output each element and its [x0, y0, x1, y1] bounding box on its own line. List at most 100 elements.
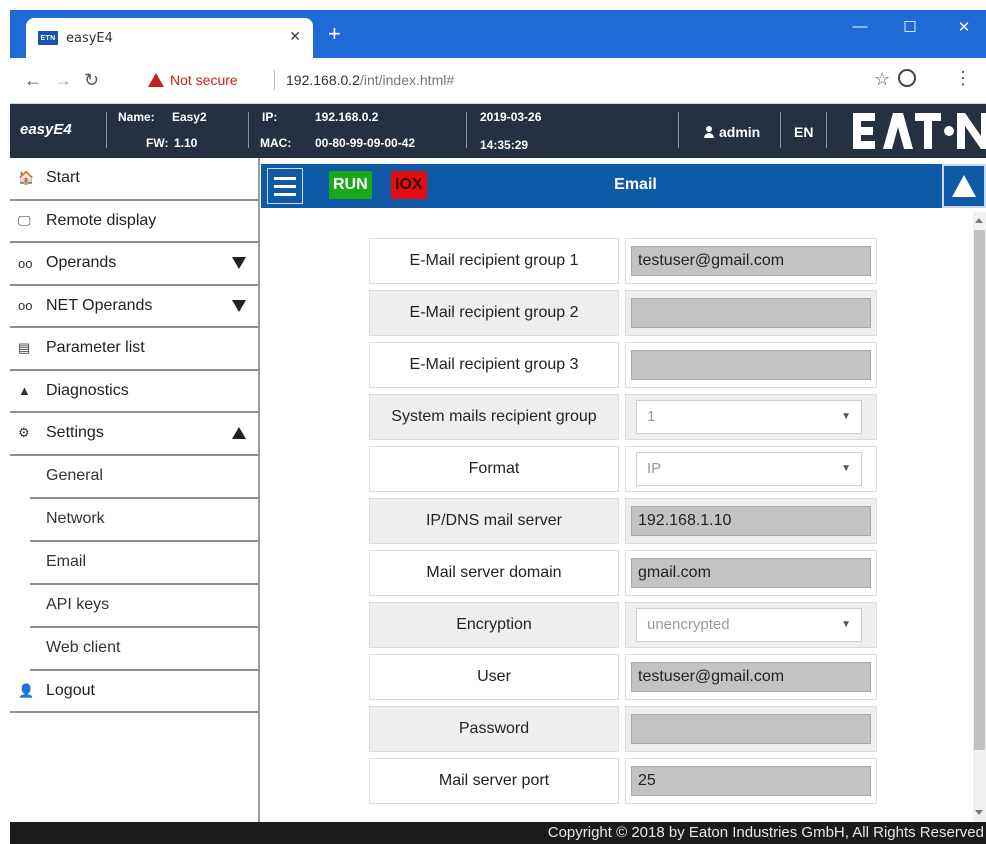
- field-cell: 1 ▼: [625, 394, 877, 440]
- field-label: IP/DNS mail server: [369, 498, 619, 544]
- run-status-badge: RUN: [329, 171, 372, 199]
- field-label: E-Mail recipient group 3: [369, 342, 619, 388]
- sidebar-item-label: Operands: [46, 254, 117, 272]
- chevron-down-icon: ▼: [841, 619, 851, 630]
- window-maximize-button[interactable]: ☐: [890, 18, 930, 36]
- scroll-top-button[interactable]: [942, 164, 986, 208]
- sidebar-item-label: Start: [46, 169, 80, 187]
- form-row: Encryption unencrypted ▼: [369, 602, 877, 648]
- select-value: 1: [647, 408, 656, 425]
- tab-close-icon[interactable]: ✕: [289, 28, 301, 45]
- mail-server-domain-input[interactable]: gmail.com: [631, 558, 871, 588]
- mac-label: MAC:: [260, 136, 292, 150]
- sidebar-item-settings[interactable]: ⚙ Settings: [10, 413, 258, 456]
- bookmark-star-icon[interactable]: ☆: [874, 69, 890, 90]
- expand-arrow-icon[interactable]: [232, 257, 246, 269]
- form-row: E-Mail recipient group 2: [369, 290, 877, 336]
- url-input[interactable]: 192.168.0.2/int/index.html#: [286, 72, 454, 88]
- sidebar-item-label: Settings: [46, 424, 104, 442]
- security-indicator[interactable]: Not secure: [148, 72, 238, 88]
- glasses-icon: oo: [18, 255, 33, 271]
- sidebar-subitem-general[interactable]: General: [30, 456, 258, 499]
- ip-value: 192.168.0.2: [315, 110, 379, 124]
- field-label: Encryption: [369, 602, 619, 648]
- form-row: Password: [369, 706, 877, 752]
- field-label: User: [369, 654, 619, 700]
- form-row: E-Mail recipient group 3: [369, 342, 877, 388]
- scrollbar-thumb[interactable]: [974, 230, 985, 750]
- sidebar-subitem-web-client[interactable]: Web client: [30, 628, 258, 671]
- time-value: 14:35:29: [480, 138, 529, 152]
- system-mails-recipient-select[interactable]: 1 ▼: [636, 400, 862, 434]
- field-cell: IP ▼: [625, 446, 877, 492]
- user-icon: 👤: [18, 682, 35, 698]
- browser-menu-icon[interactable]: ⋮: [954, 68, 972, 89]
- mac-value: 00-80-99-09-00-42: [315, 136, 416, 150]
- form-row: Format IP ▼: [369, 446, 877, 492]
- recipient-group-1-input[interactable]: testuser@gmail.com: [631, 246, 871, 276]
- sidebar-item-logout[interactable]: 👤 Logout: [10, 671, 258, 713]
- ip-label: IP:: [262, 110, 278, 124]
- encryption-select[interactable]: unencrypted ▼: [636, 608, 862, 642]
- language-selector[interactable]: EN: [794, 124, 813, 140]
- expand-arrow-icon[interactable]: [232, 299, 246, 312]
- glasses-icon: oo: [18, 298, 33, 314]
- form-row: User testuser@gmail.com: [369, 654, 877, 700]
- scroll-up-icon[interactable]: [975, 218, 983, 223]
- url-host: 192.168.0.2: [286, 72, 360, 88]
- sidebar-item-net-operands[interactable]: oo NET Operands: [10, 286, 258, 328]
- sidebar-item-diagnostics[interactable]: ▲ Diagnostics: [10, 371, 258, 413]
- mail-server-input[interactable]: 192.168.1.10: [631, 506, 871, 536]
- field-cell: 25: [625, 758, 877, 804]
- recipient-group-3-input[interactable]: [631, 350, 871, 380]
- sidebar-item-parameter-list[interactable]: ▤ Parameter list: [10, 328, 258, 371]
- header-divider: [466, 112, 467, 148]
- sidebar-item-start[interactable]: 🏠 Start: [10, 158, 258, 201]
- device-name-value: Easy2: [172, 110, 207, 124]
- app-header: easyE4 Name: Easy2 FW: 1.10 IP: 192.168.…: [10, 104, 986, 158]
- field-label: Password: [369, 706, 619, 752]
- email-settings-form: E-Mail recipient group 1 testuser@gmail.…: [261, 212, 973, 822]
- chevron-down-icon: ▼: [841, 463, 851, 474]
- user-input[interactable]: testuser@gmail.com: [631, 662, 871, 692]
- browser-tab[interactable]: ETN easyE4 ✕: [26, 18, 313, 58]
- firmware-label: FW:: [146, 136, 169, 150]
- format-select[interactable]: IP ▼: [636, 452, 862, 486]
- url-path: /int/index.html#: [359, 72, 455, 88]
- content-scrollbar[interactable]: [973, 212, 986, 822]
- address-bar: ← → ↻ Not secure 192.168.0.2/int/index.h…: [10, 58, 986, 104]
- sidebar-item-remote-display[interactable]: 🖵 Remote display: [10, 201, 258, 243]
- new-tab-button[interactable]: +: [328, 23, 341, 45]
- warning-icon: ▲: [18, 383, 31, 399]
- content-toolbar: Email RUN IOX: [261, 164, 986, 208]
- sidebar-subitem-network[interactable]: Network: [30, 499, 258, 542]
- recipient-group-2-input[interactable]: [631, 298, 871, 328]
- reload-icon[interactable]: ↻: [84, 70, 99, 91]
- collapse-arrow-icon[interactable]: [232, 427, 246, 439]
- form-row: E-Mail recipient group 1 testuser@gmail.…: [369, 238, 877, 284]
- sidebar-item-operands[interactable]: oo Operands: [10, 243, 258, 286]
- firmware-value: 1.10: [174, 136, 198, 150]
- field-cell: 192.168.1.10: [625, 498, 877, 544]
- window-close-button[interactable]: ✕: [944, 18, 984, 36]
- mail-server-port-input[interactable]: 25: [631, 766, 871, 796]
- header-divider: [678, 112, 679, 148]
- eaton-logo: [853, 113, 986, 149]
- field-label: System mails recipient group: [369, 394, 619, 440]
- sidebar-subitem-email[interactable]: Email: [30, 542, 258, 585]
- password-input[interactable]: [631, 714, 871, 744]
- select-value: unencrypted: [647, 616, 730, 633]
- form-row: System mails recipient group 1 ▼: [369, 394, 877, 440]
- window-minimize-button[interactable]: —: [840, 18, 880, 35]
- sidebar-subitem-api-keys[interactable]: API keys: [30, 585, 258, 628]
- forward-arrow-icon[interactable]: →: [54, 70, 72, 91]
- back-arrow-icon[interactable]: ←: [24, 70, 42, 91]
- scroll-down-icon[interactable]: [975, 810, 983, 815]
- user-icon: [704, 126, 714, 138]
- header-divider: [248, 112, 249, 148]
- user-name[interactable]: admin: [719, 124, 760, 140]
- hamburger-menu-icon[interactable]: [267, 168, 303, 204]
- brand-name: easyE4: [20, 121, 72, 138]
- footer-copyright: Copyright © 2018 by Eaton Industries Gmb…: [10, 822, 986, 844]
- profile-icon[interactable]: [898, 69, 916, 87]
